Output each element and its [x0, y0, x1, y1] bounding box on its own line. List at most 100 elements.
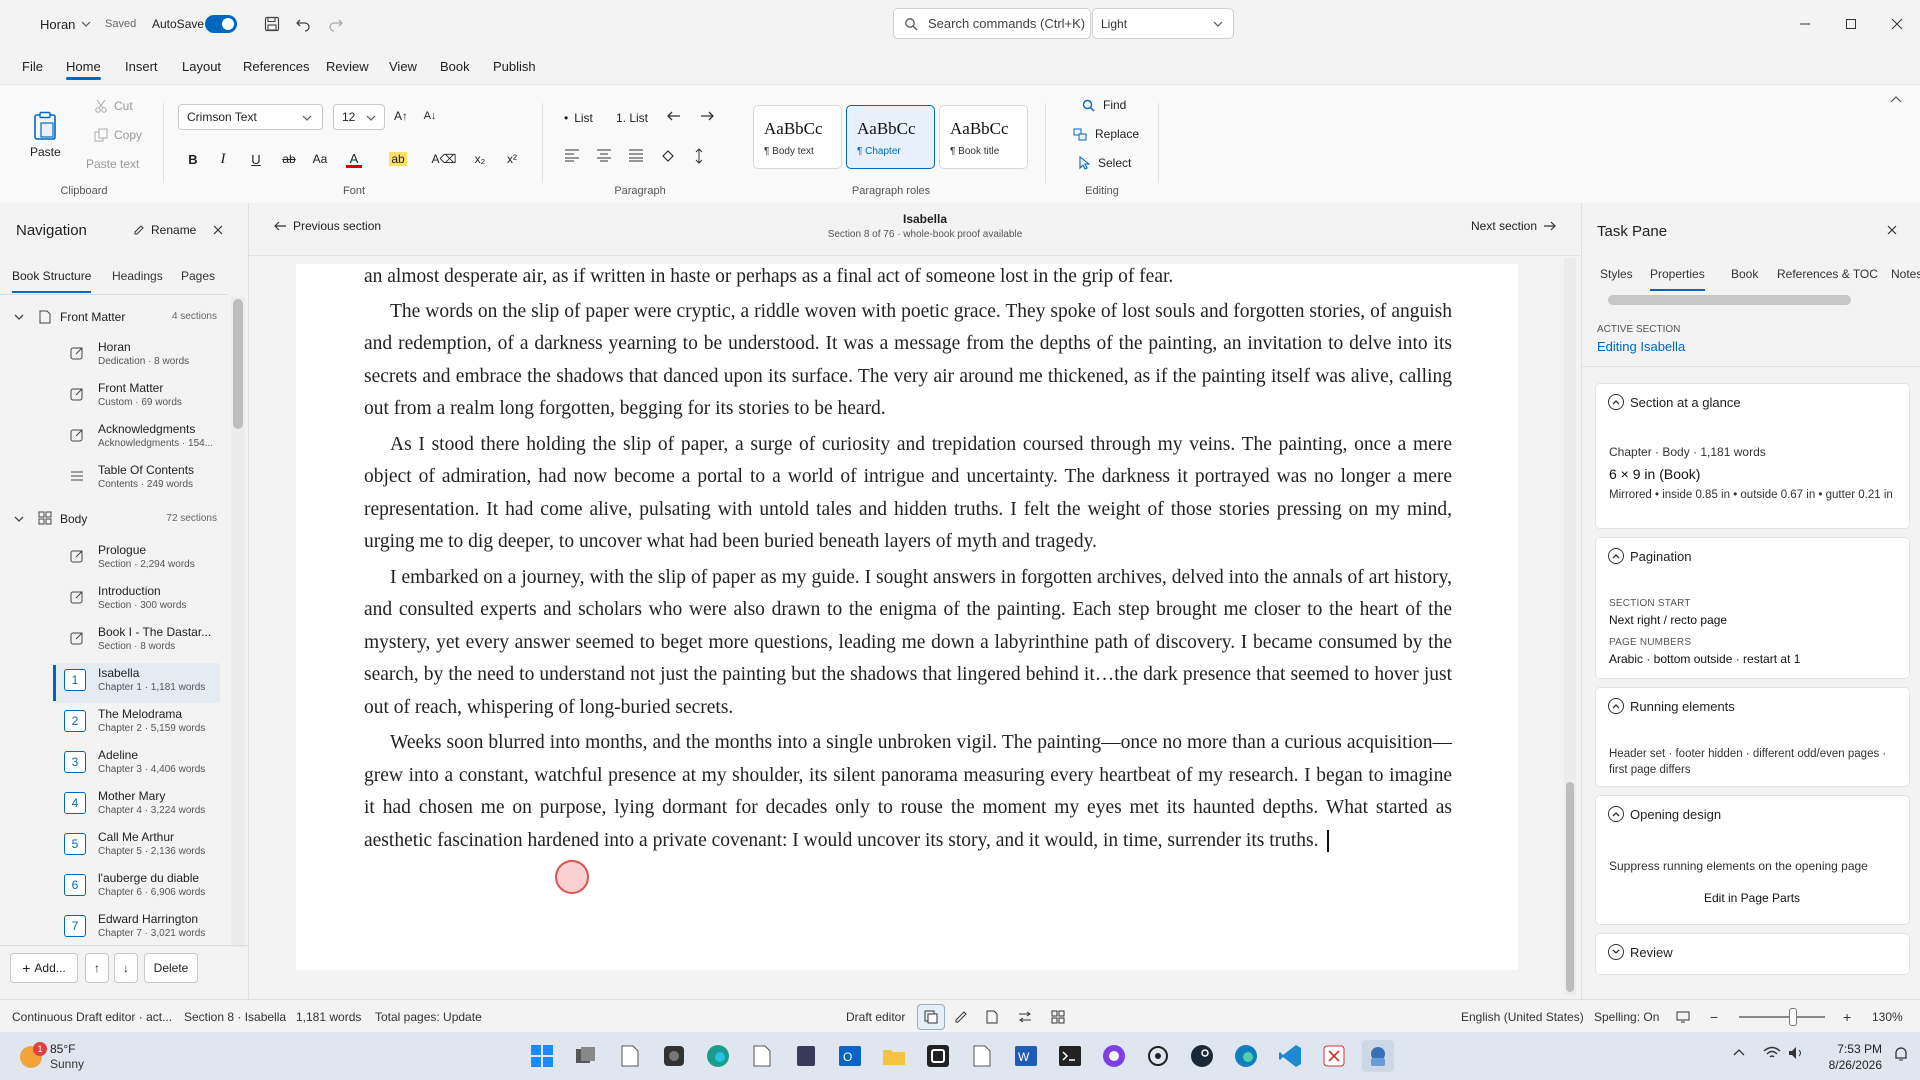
- grow-font-button[interactable]: A↑: [388, 103, 414, 129]
- status-total-pages[interactable]: Total pages: Update: [375, 1000, 482, 1033]
- paragraph[interactable]: The words on the slip of paper were cryp…: [364, 296, 1452, 426]
- italic-button[interactable]: I: [210, 146, 236, 172]
- clock-time[interactable]: 7:53 PM: [1806, 1042, 1882, 1056]
- zoom-level[interactable]: 130%: [1872, 1000, 1903, 1033]
- rename-button[interactable]: Rename: [133, 223, 196, 237]
- tab-layout[interactable]: Layout: [182, 48, 221, 84]
- paragraph[interactable]: Weeks soon blurred into months, and the …: [364, 727, 1452, 857]
- nav-item-chapter-6[interactable]: 6 l'auberge du diable Chapter 6 · 6,906 …: [55, 868, 220, 908]
- nav-item-book-i[interactable]: Book I - The Dastar... Section · 8 words: [55, 622, 220, 662]
- justify-button[interactable]: [628, 148, 644, 162]
- cut-button[interactable]: Cut: [94, 99, 133, 113]
- strikethrough-button[interactable]: ab: [276, 146, 302, 172]
- tab-book[interactable]: Book: [1731, 267, 1758, 281]
- next-section-button[interactable]: Next section: [1471, 219, 1557, 233]
- change-case-button[interactable]: Aa: [307, 146, 333, 172]
- folder-icon[interactable]: [878, 1040, 910, 1072]
- openai-icon[interactable]: [1142, 1040, 1174, 1072]
- add-section-button[interactable]: + Add...: [10, 953, 78, 983]
- move-up-button[interactable]: ↑: [85, 953, 109, 983]
- save-icon[interactable]: [264, 0, 280, 48]
- nav-item-prologue[interactable]: Prologue Section · 2,294 words: [55, 540, 220, 580]
- nav-item-chapter-5[interactable]: 5 Call Me Arthur Chapter 5 · 2,136 words: [55, 827, 220, 867]
- clock-date[interactable]: 8/26/2026: [1806, 1058, 1882, 1072]
- start-icon[interactable]: [526, 1040, 558, 1072]
- display-settings-button[interactable]: [1676, 1000, 1690, 1033]
- paste-button[interactable]: Paste: [30, 111, 61, 159]
- tab-properties[interactable]: Properties: [1650, 267, 1705, 291]
- document-text[interactable]: an almost desperate air, as if written i…: [364, 261, 1452, 857]
- underline-button[interactable]: U: [243, 146, 269, 172]
- active-section-link[interactable]: Editing Isabella: [1597, 339, 1685, 354]
- draft-view-button[interactable]: [917, 1000, 945, 1033]
- copy-button[interactable]: Copy: [94, 128, 142, 142]
- card-header[interactable]: Pagination: [1608, 548, 1691, 564]
- collapse-ribbon-button[interactable]: [1890, 95, 1902, 105]
- bullet-list-button[interactable]: • List: [564, 111, 593, 125]
- bold-button[interactable]: B: [180, 146, 206, 172]
- active-app-icon[interactable]: [1362, 1040, 1394, 1072]
- move-down-button[interactable]: ↓: [114, 953, 138, 983]
- style-book-title[interactable]: AaBbCc ¶ Book title: [939, 105, 1028, 169]
- tab-styles[interactable]: Styles: [1600, 267, 1633, 281]
- page-view-button[interactable]: [986, 1000, 998, 1033]
- maximize-button[interactable]: [1828, 0, 1874, 48]
- tab-headings[interactable]: Headings: [112, 269, 163, 283]
- status-spelling[interactable]: Spelling: On: [1594, 1000, 1659, 1033]
- chevron-up-icon[interactable]: [1733, 1048, 1745, 1058]
- previous-section-button[interactable]: Previous section: [273, 219, 381, 233]
- line-spacing-button[interactable]: [694, 148, 704, 164]
- font-family-select[interactable]: Crimson Text: [178, 104, 323, 130]
- numbered-list-button[interactable]: 1. List: [616, 111, 648, 125]
- nav-item-chapter-3[interactable]: 3 Adeline Chapter 3 · 4,406 words: [55, 745, 220, 785]
- tab-home[interactable]: Home: [66, 48, 101, 84]
- paragraph[interactable]: I embarked on a journey, with the slip o…: [364, 562, 1452, 725]
- align-left-button[interactable]: [564, 148, 580, 162]
- weather-widget[interactable]: 1: [18, 1040, 47, 1068]
- close-navigation-button[interactable]: [213, 225, 223, 235]
- redo-icon[interactable]: [328, 0, 344, 48]
- compare-view-button[interactable]: [1018, 1000, 1032, 1033]
- edit-view-button[interactable]: [954, 1000, 968, 1033]
- edge-dev-icon[interactable]: [1230, 1040, 1262, 1072]
- nav-item-acknowledgments[interactable]: Acknowledgments Acknowledgments · 154...: [55, 419, 220, 459]
- volume-icon[interactable]: [1788, 1046, 1806, 1060]
- nav-item-chapter-7[interactable]: 7 Edward Harrington Chapter 7 · 3,021 wo…: [55, 909, 220, 949]
- document-icon[interactable]: [966, 1040, 998, 1072]
- group-front-matter[interactable]: Front Matter 4 sections: [0, 302, 225, 332]
- tab-file[interactable]: File: [22, 48, 43, 84]
- tab-book[interactable]: Book: [440, 48, 470, 84]
- tab-scrollbar[interactable]: [1608, 295, 1851, 305]
- github-icon[interactable]: [1098, 1040, 1130, 1072]
- document-name[interactable]: Horan: [40, 0, 91, 48]
- shrink-font-button[interactable]: A↓: [417, 103, 443, 129]
- card-header[interactable]: Running elements: [1608, 698, 1735, 714]
- card-header[interactable]: Review: [1608, 944, 1673, 960]
- nav-scrollbar[interactable]: [231, 297, 245, 947]
- film-icon[interactable]: [790, 1040, 822, 1072]
- tab-book-structure[interactable]: Book Structure: [12, 269, 92, 293]
- tab-references-toc[interactable]: References & TOC: [1777, 267, 1878, 281]
- subscript-button[interactable]: x₂: [467, 146, 493, 172]
- file-icon[interactable]: [614, 1040, 646, 1072]
- nav-item-horan[interactable]: Horan Dedication · 8 words: [55, 337, 220, 377]
- editor-scrollbar[interactable]: [1564, 258, 1576, 995]
- font-color-button[interactable]: A: [341, 146, 367, 172]
- tab-view[interactable]: View: [389, 48, 417, 84]
- notepad-icon[interactable]: [746, 1040, 778, 1072]
- terminal-icon[interactable]: [1054, 1040, 1086, 1072]
- word-icon[interactable]: W: [1010, 1040, 1042, 1072]
- zoom-out-button[interactable]: −: [1710, 1000, 1718, 1033]
- tab-references[interactable]: References: [243, 48, 309, 84]
- paste-text-button[interactable]: Paste text: [86, 157, 139, 171]
- autosave-toggle[interactable]: [205, 0, 237, 48]
- close-task-pane-button[interactable]: [1887, 225, 1897, 235]
- tab-review[interactable]: Review: [326, 48, 369, 84]
- font-size-select[interactable]: 12: [333, 104, 385, 130]
- style-body-text[interactable]: AaBbCc ¶ Body text: [753, 105, 842, 169]
- delete-section-button[interactable]: Delete: [144, 953, 198, 983]
- camera-icon[interactable]: [658, 1040, 690, 1072]
- replace-button[interactable]: Replace: [1073, 127, 1139, 141]
- app-o-icon[interactable]: [922, 1040, 954, 1072]
- theme-select[interactable]: Light: [1092, 8, 1234, 39]
